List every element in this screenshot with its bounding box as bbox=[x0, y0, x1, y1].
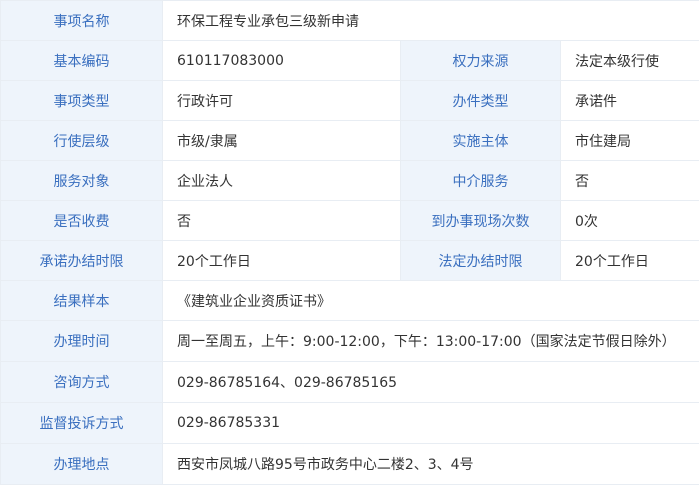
legal-time-label: 法定办结时限 bbox=[400, 240, 561, 281]
row-object-intermediary: 服务对象 企业法人 中介服务 否 bbox=[0, 160, 699, 201]
row-location: 办理地点 西安市凤城八路95号市政务中心二楼2、3、4号 bbox=[0, 443, 699, 485]
intermediary-value: 否 bbox=[559, 160, 699, 201]
row-complaint: 监督投诉方式 029-86785331 bbox=[0, 402, 699, 444]
office-hours-label: 办理时间 bbox=[0, 320, 163, 362]
item-type-value: 行政许可 bbox=[162, 80, 401, 121]
complaint-value: 029-86785331 bbox=[161, 402, 699, 444]
promised-time-value: 20个工作日 bbox=[162, 240, 401, 281]
handling-type-value: 承诺件 bbox=[559, 80, 699, 121]
fee-label: 是否收费 bbox=[0, 200, 163, 241]
location-label: 办理地点 bbox=[0, 443, 163, 485]
row-types: 事项类型 行政许可 办件类型 承诺件 bbox=[0, 80, 699, 121]
result-sample-value: 《建筑业企业资质证书》 bbox=[161, 280, 699, 321]
handling-type-label: 办件类型 bbox=[400, 80, 561, 121]
office-hours-value: 周一至周五，上午：9:00-12:00，下午：13:00-17:00（国家法定节… bbox=[161, 320, 699, 362]
intermediary-label: 中介服务 bbox=[400, 160, 561, 201]
service-object-value: 企业法人 bbox=[162, 160, 401, 201]
power-source-label: 权力来源 bbox=[400, 40, 561, 81]
implementing-body-label: 实施主体 bbox=[400, 120, 561, 161]
row-level-body: 行使层级 市级/隶属 实施主体 市住建局 bbox=[0, 120, 699, 161]
row-item-name: 事项名称 环保工程专业承包三级新申请 bbox=[0, 0, 699, 41]
complaint-label: 监督投诉方式 bbox=[0, 402, 163, 444]
exercise-level-value: 市级/隶属 bbox=[162, 120, 401, 161]
matter-info-table: 事项名称 环保工程专业承包三级新申请 基本编码 610117083000 权力来… bbox=[0, 0, 699, 485]
legal-time-value: 20个工作日 bbox=[559, 240, 699, 281]
implementing-body-value: 市住建局 bbox=[559, 120, 699, 161]
row-time-limits: 承诺办结时限 20个工作日 法定办结时限 20个工作日 bbox=[0, 240, 699, 281]
consult-label: 咨询方式 bbox=[0, 361, 163, 403]
site-visits-value: 0次 bbox=[559, 200, 699, 241]
item-name-value: 环保工程专业承包三级新申请 bbox=[161, 0, 699, 41]
service-object-label: 服务对象 bbox=[0, 160, 163, 201]
fee-value: 否 bbox=[162, 200, 401, 241]
promised-time-label: 承诺办结时限 bbox=[0, 240, 163, 281]
item-type-label: 事项类型 bbox=[0, 80, 163, 121]
location-value: 西安市凤城八路95号市政务中心二楼2、3、4号 bbox=[161, 443, 699, 485]
row-result-sample: 结果样本 《建筑业企业资质证书》 bbox=[0, 280, 699, 321]
site-visits-label: 到办事现场次数 bbox=[400, 200, 561, 241]
row-office-hours: 办理时间 周一至周五，上午：9:00-12:00，下午：13:00-17:00（… bbox=[0, 320, 699, 362]
item-name-label: 事项名称 bbox=[0, 0, 163, 41]
result-sample-label: 结果样本 bbox=[0, 280, 163, 321]
row-consult: 咨询方式 029-86785164、029-86785165 bbox=[0, 361, 699, 403]
power-source-value: 法定本级行使 bbox=[559, 40, 699, 81]
row-code-source: 基本编码 610117083000 权力来源 法定本级行使 bbox=[0, 40, 699, 81]
row-fee-visits: 是否收费 否 到办事现场次数 0次 bbox=[0, 200, 699, 241]
basic-code-label: 基本编码 bbox=[0, 40, 163, 81]
basic-code-value: 610117083000 bbox=[162, 40, 401, 81]
consult-value: 029-86785164、029-86785165 bbox=[161, 361, 699, 403]
exercise-level-label: 行使层级 bbox=[0, 120, 163, 161]
